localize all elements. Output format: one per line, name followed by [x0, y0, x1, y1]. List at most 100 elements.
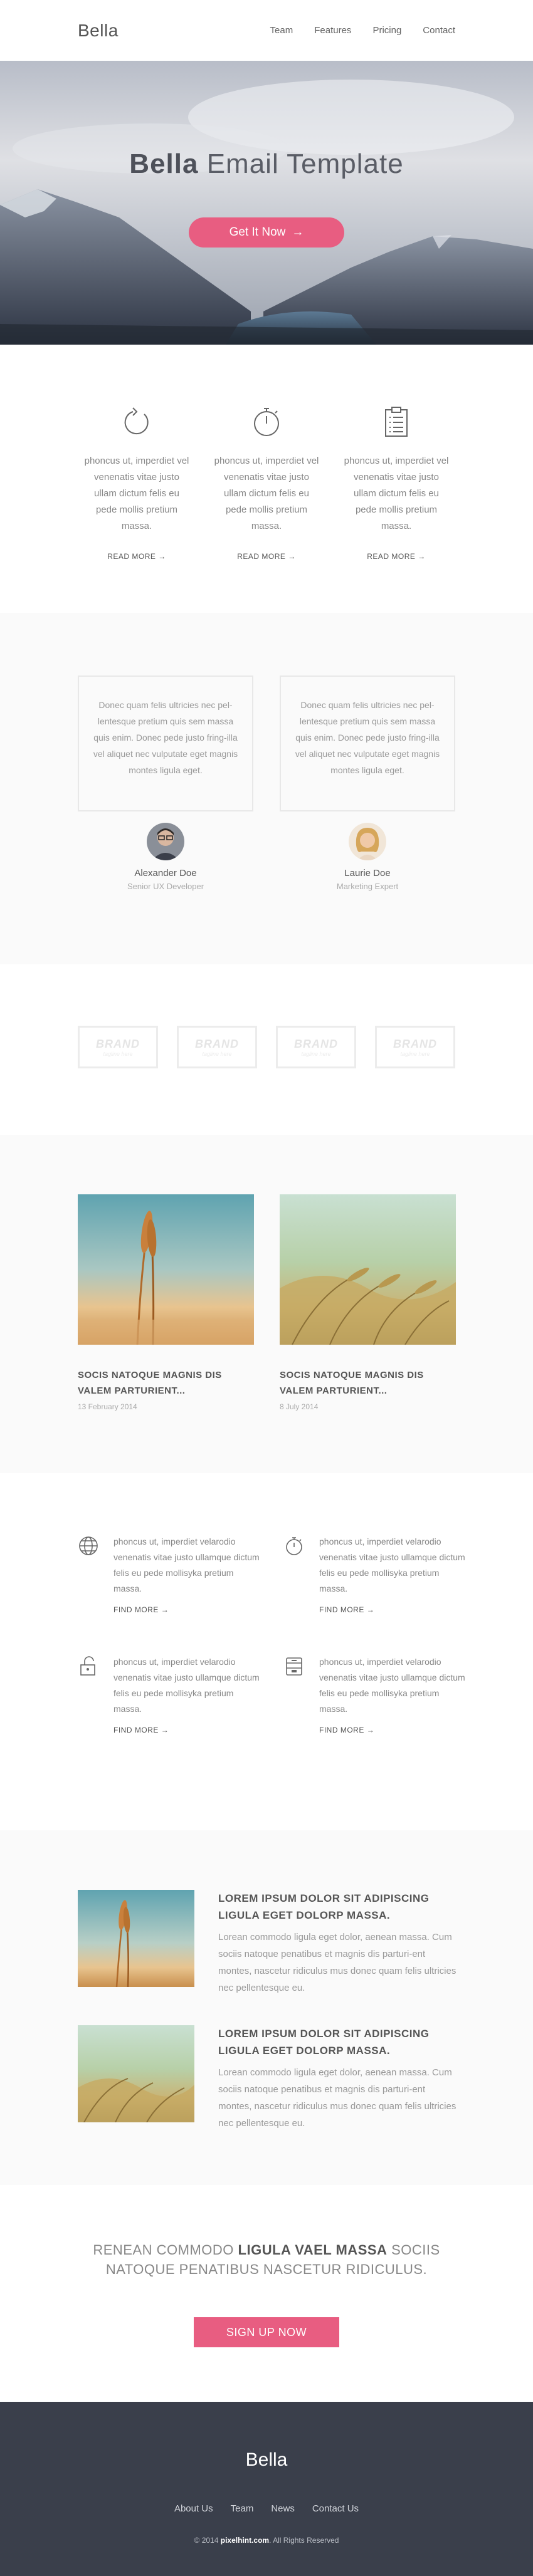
footer-link-about[interactable]: About Us	[174, 2503, 213, 2514]
hero-mountain-image	[0, 61, 533, 345]
feature-item: phoncus ut, imperdiet vel venenatis vita…	[84, 404, 189, 561]
logo[interactable]: Bella	[78, 21, 119, 41]
articles-section: LOREM IPSUM DOLOR SIT ADIPISCING LIGULA …	[0, 1830, 533, 2185]
brand-logo: BRAND tagline here	[375, 1026, 455, 1068]
find-more-link[interactable]: FIND MORE →	[319, 1726, 465, 1734]
arrow-right-icon: →	[158, 552, 166, 561]
brand-logo: BRAND tagline here	[276, 1026, 356, 1068]
footer-logo[interactable]: Bella	[0, 2449, 533, 2471]
feature-text: phoncus ut, imperdiet vel venenatis vita…	[214, 456, 319, 531]
findmore-section: phoncus ut, imperdiet velarodio venenati…	[0, 1473, 533, 1830]
read-more-link[interactable]: READ MORE →	[344, 552, 449, 561]
feature-text: phoncus ut, imperdiet vel venenatis vita…	[84, 456, 189, 531]
arrow-right-icon: →	[292, 226, 304, 239]
findmore-item: phoncus ut, imperdiet velarodio venenati…	[78, 1534, 260, 1614]
wheat-field-image	[280, 1194, 456, 1345]
nav-features[interactable]: Features	[314, 25, 351, 36]
archive-icon	[283, 1656, 305, 1677]
brand-logo: BRAND tagline here	[177, 1026, 257, 1068]
brands-section: BRAND tagline here BRAND tagline here BRAN…	[0, 964, 533, 1135]
stopwatch-icon	[249, 404, 284, 439]
copyright-site-link[interactable]: pixelhint.com	[221, 2536, 269, 2545]
wheat-image	[78, 1194, 254, 1345]
wheat-field-image	[78, 2025, 194, 2122]
news-date: 13 February 2014	[78, 1402, 137, 1411]
findmore-item: phoncus ut, imperdiet velarodio venenati…	[283, 1534, 465, 1614]
article-body: LOREM IPSUM DOLOR SIT ADIPISCING LIGULA …	[218, 1890, 456, 1996]
news-section: SOCIS NATOQUE MAGNIS DIS VALEM PARTURIEN…	[0, 1135, 533, 1473]
testimonial-quote: Donec quam felis ultricies nec pel-lente…	[78, 675, 253, 811]
arrow-right-icon: →	[366, 1726, 375, 1734]
hero: Bella Email Template Get It Now →	[0, 61, 533, 345]
nav-contact[interactable]: Contact	[423, 25, 455, 36]
news-card[interactable]: SOCIS NATOQUE MAGNIS DIS VALEM PARTURIEN…	[280, 1194, 456, 1411]
testimonial-author: Alexander Doe Senior UX Developer	[78, 823, 253, 891]
read-more-link[interactable]: READ MORE →	[84, 552, 189, 561]
get-it-now-button[interactable]: Get It Now →	[189, 217, 344, 248]
article-item[interactable]: LOREM IPSUM DOLOR SIT ADIPISCING LIGULA …	[78, 2025, 456, 2129]
email-template-page: Bella Team Features Pricing Contact Bell…	[0, 0, 533, 2576]
findmore-text: phoncus ut, imperdiet velarodio venenati…	[319, 1657, 465, 1714]
hero-title: Bella Email Template	[0, 149, 533, 180]
footer: Bella About Us Team News Contact Us © 20…	[0, 2402, 533, 2576]
footer-link-contact[interactable]: Contact Us	[312, 2503, 359, 2514]
findmore-item: phoncus ut, imperdiet velarodio venenati…	[78, 1654, 260, 1734]
author-name: Laurie Doe	[344, 868, 391, 879]
footer-link-team[interactable]: Team	[231, 2503, 254, 2514]
cta-section: RENEAN COMMODO LIGULA VAEL MASSA SOCIIS …	[0, 2185, 533, 2402]
findmore-text: phoncus ut, imperdiet velarodio venenati…	[113, 1536, 260, 1593]
findmore-text: phoncus ut, imperdiet velarodio venenati…	[319, 1536, 465, 1593]
testimonial-author: Laurie Doe Marketing Expert	[280, 823, 455, 891]
nav-pricing[interactable]: Pricing	[372, 25, 401, 36]
author-role: Marketing Expert	[336, 882, 399, 891]
testimonial-quote: Donec quam felis ultricies nec pel-lente…	[280, 675, 455, 811]
footer-nav: About Us Team News Contact Us	[0, 2503, 533, 2514]
news-card[interactable]: SOCIS NATOQUE MAGNIS DIS VALEM PARTURIEN…	[78, 1194, 254, 1411]
hero-title-bold: Bella	[129, 149, 199, 179]
article-text: Lorean commodo ligula eget dolor, aenean…	[218, 1932, 456, 1993]
sign-up-button[interactable]: SIGN UP NOW	[194, 2317, 339, 2347]
features-section: phoncus ut, imperdiet vel venenatis vita…	[0, 345, 533, 613]
findmore-text: phoncus ut, imperdiet velarodio venenati…	[113, 1657, 260, 1714]
testimonials-section: Donec quam felis ultricies nec pel-lente…	[0, 613, 533, 964]
hero-title-light: Email Template	[206, 149, 404, 179]
find-more-link[interactable]: FIND MORE →	[113, 1605, 260, 1614]
unlock-icon	[78, 1656, 99, 1677]
news-date: 8 July 2014	[280, 1402, 319, 1411]
arrow-right-icon: →	[161, 1726, 169, 1734]
feature-item: phoncus ut, imperdiet vel venenatis vita…	[344, 404, 449, 561]
arrow-right-icon: →	[418, 552, 426, 561]
copyright: © 2014 pixelhint.com. All Rights Reserve…	[194, 2536, 339, 2545]
article-title: LOREM IPSUM DOLOR SIT ADIPISCING LIGULA …	[218, 1892, 430, 1921]
author-role: Senior UX Developer	[127, 882, 204, 891]
news-title: SOCIS NATOQUE MAGNIS DIS VALEM PARTURIEN…	[280, 1370, 424, 1396]
footer-link-news[interactable]: News	[271, 2503, 295, 2514]
refresh-icon	[119, 404, 154, 439]
feature-item: phoncus ut, imperdiet vel venenatis vita…	[214, 404, 319, 561]
arrow-right-icon: →	[288, 552, 296, 561]
timer-icon	[283, 1535, 305, 1557]
nav-team[interactable]: Team	[270, 25, 293, 36]
article-title: LOREM IPSUM DOLOR SIT ADIPISCING LIGULA …	[218, 2028, 430, 2057]
article-text: Lorean commodo ligula eget dolor, aenean…	[218, 2067, 456, 2129]
wheat-image	[78, 1890, 194, 1987]
article-body: LOREM IPSUM DOLOR SIT ADIPISCING LIGULA …	[218, 2025, 456, 2132]
read-more-link[interactable]: READ MORE →	[214, 552, 319, 561]
author-name: Alexander Doe	[134, 868, 197, 879]
main-nav: Team Features Pricing Contact	[270, 25, 455, 36]
news-title: SOCIS NATOQUE MAGNIS DIS VALEM PARTURIEN…	[78, 1370, 222, 1396]
avatar	[147, 823, 184, 860]
find-more-link[interactable]: FIND MORE →	[319, 1605, 465, 1614]
arrow-right-icon: →	[161, 1605, 169, 1614]
header: Bella Team Features Pricing Contact	[0, 0, 533, 61]
article-item[interactable]: LOREM IPSUM DOLOR SIT ADIPISCING LIGULA …	[78, 1890, 456, 1993]
arrow-right-icon: →	[366, 1605, 375, 1614]
get-it-now-label: Get It Now	[229, 226, 286, 239]
feature-text: phoncus ut, imperdiet vel venenatis vita…	[344, 456, 449, 531]
avatar	[349, 823, 386, 860]
findmore-item: phoncus ut, imperdiet velarodio venenati…	[283, 1654, 465, 1734]
find-more-link[interactable]: FIND MORE →	[113, 1726, 260, 1734]
globe-icon	[78, 1535, 99, 1557]
brand-logo: BRAND tagline here	[78, 1026, 158, 1068]
clipboard-icon	[379, 404, 414, 439]
